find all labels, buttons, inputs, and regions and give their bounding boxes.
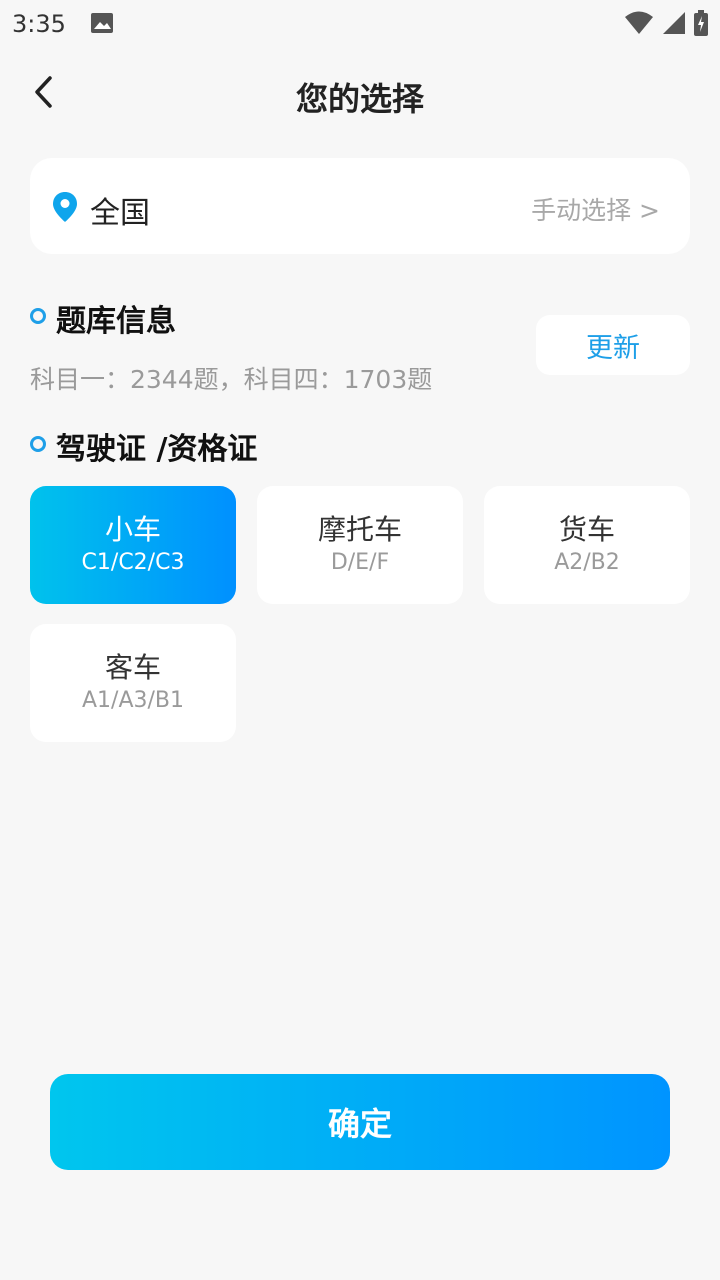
question-bank-info: 科目一：2344题，科目四：1703题: [30, 365, 433, 394]
vehicle-codes: A2/B2: [554, 550, 620, 575]
vehicle-codes: C1/C2/C3: [81, 550, 185, 575]
status-bar: 3:35: [0, 0, 720, 48]
page-title: 您的选择: [295, 80, 424, 118]
question-bank-title: 题库信息: [56, 304, 176, 339]
location-pin-icon: [52, 191, 78, 227]
vehicle-option-car[interactable]: 小车 C1/C2/C3: [30, 486, 236, 604]
signal-icon: [662, 11, 686, 39]
vehicle-name: 小车: [104, 513, 161, 546]
vehicle-option-motorcycle[interactable]: 摩托车 D/E/F: [257, 486, 463, 604]
battery-icon: [694, 10, 708, 40]
vehicle-codes: D/E/F: [330, 550, 390, 575]
vehicle-name: 客车: [104, 651, 161, 684]
location-name: 全国: [90, 196, 150, 231]
confirm-button[interactable]: 确定: [50, 1074, 670, 1170]
section-dot: [30, 308, 46, 324]
title-bar: 您的选择: [0, 56, 720, 132]
manual-select-link[interactable]: 手动选择 >: [531, 191, 660, 227]
vehicle-codes: A1/A3/B1: [81, 688, 184, 713]
status-time: 3:35: [12, 10, 66, 38]
update-button[interactable]: 更新: [536, 315, 690, 375]
vehicle-option-bus[interactable]: 客车 A1/A3/B1: [30, 624, 236, 742]
vehicle-option-truck[interactable]: 货车 A2/B2: [484, 486, 690, 604]
status-indicators: [624, 10, 708, 40]
wifi-icon: [624, 11, 654, 39]
license-title: 驾驶证 /资格证: [56, 432, 258, 467]
vehicle-name: 摩托车: [317, 513, 402, 546]
section-dot: [30, 436, 46, 452]
vehicle-name: 货车: [558, 513, 615, 546]
location-card[interactable]: 全国 手动选择 >: [30, 158, 690, 254]
image-icon: [90, 12, 114, 38]
